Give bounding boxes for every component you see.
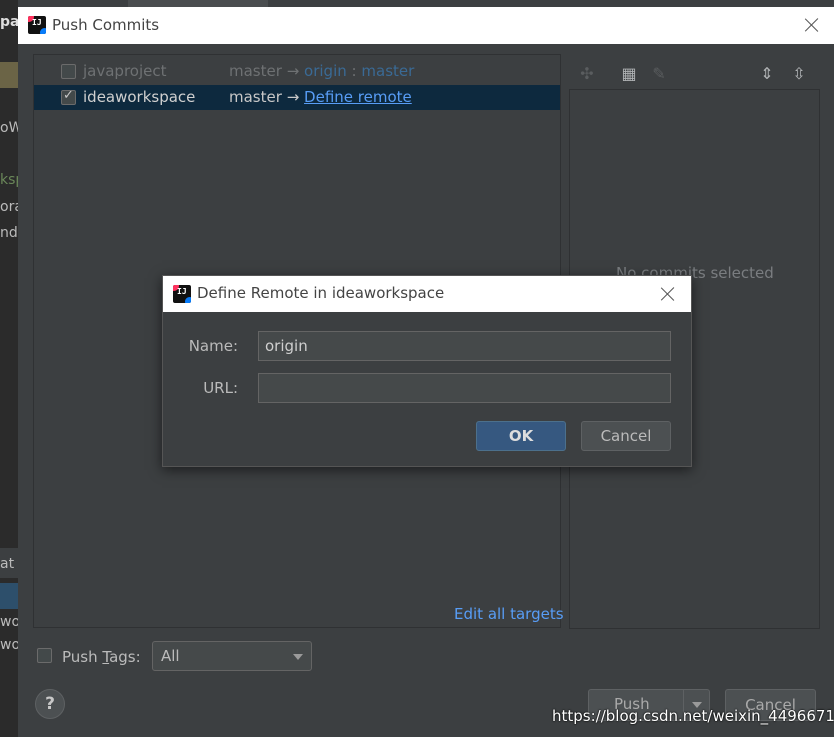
ide-fragment: nd bbox=[0, 225, 18, 241]
local-branch: master bbox=[229, 88, 282, 106]
repo-checkbox[interactable] bbox=[61, 88, 76, 105]
remote-name[interactable]: origin bbox=[304, 62, 347, 80]
collapse-all-icon[interactable]: ⇳ bbox=[790, 65, 808, 83]
define-remote-dialog: IJ Define Remote in ideaworkspace Name: … bbox=[162, 275, 692, 467]
ide-fragment: ora bbox=[0, 199, 18, 215]
push-dialog-title: Push Commits bbox=[52, 16, 160, 34]
pin-icon[interactable]: ✣ bbox=[578, 65, 596, 83]
repo-checkbox[interactable] bbox=[61, 64, 76, 79]
arrow-icon: → bbox=[286, 62, 300, 80]
tags-selected-value: All bbox=[161, 647, 180, 665]
push-tags-label: Push Tags: bbox=[62, 648, 141, 666]
push-dialog-titlebar: IJ Push Commits bbox=[18, 7, 834, 44]
close-icon[interactable] bbox=[658, 284, 678, 304]
ide-fragment: at bbox=[0, 556, 15, 572]
ide-selection bbox=[0, 583, 18, 609]
ide-fragment: oW bbox=[0, 120, 18, 136]
define-remote-title: Define Remote in ideaworkspace bbox=[197, 284, 445, 302]
define-remote-link[interactable]: Define remote bbox=[304, 88, 412, 106]
remote-name-input[interactable] bbox=[258, 331, 671, 361]
url-label: URL: bbox=[203, 379, 238, 397]
local-branch: master bbox=[229, 62, 282, 80]
repo-name: javaproject bbox=[83, 62, 167, 80]
expand-all-icon[interactable]: ⇕ bbox=[758, 65, 776, 83]
remote-url-input[interactable] bbox=[258, 373, 671, 403]
group-by-icon[interactable]: ▦ bbox=[620, 65, 638, 83]
repo-row-ideaworkspace[interactable]: ideaworkspace master → Define remote bbox=[34, 85, 560, 110]
edit-icon[interactable]: ✎ bbox=[650, 65, 668, 83]
define-remote-titlebar: IJ Define Remote in ideaworkspace bbox=[163, 276, 691, 312]
intellij-logo-icon: IJ bbox=[173, 285, 191, 303]
commit-details-toolbar: ✣ ▦ ✎ ⇕ ⇳ bbox=[578, 61, 818, 89]
repo-name: ideaworkspace bbox=[83, 88, 196, 106]
edit-all-targets-link[interactable]: Edit all targets bbox=[454, 605, 564, 623]
close-icon[interactable] bbox=[802, 15, 822, 35]
ide-fragment: wo bbox=[0, 637, 18, 653]
help-button[interactable]: ? bbox=[35, 689, 65, 719]
remote-separator: : bbox=[351, 62, 357, 80]
arrow-icon: → bbox=[286, 88, 300, 106]
intellij-logo-icon: IJ bbox=[28, 16, 46, 34]
repo-row-javaproject[interactable]: javaproject master → origin : master bbox=[34, 59, 560, 84]
push-tags-checkbox[interactable] bbox=[37, 648, 52, 663]
remote-branch[interactable]: master bbox=[361, 62, 414, 80]
watermark-text: https://blog.csdn.net/weixin_44966712 bbox=[552, 707, 834, 725]
background-tab bbox=[128, 0, 268, 7]
chevron-down-icon bbox=[293, 654, 303, 660]
ok-button[interactable]: OK bbox=[476, 421, 566, 451]
ide-fragment: pac bbox=[0, 14, 18, 30]
background-ide-window: pac oW ksp ora nd at wo wo bbox=[0, 0, 18, 737]
name-label: Name: bbox=[188, 337, 238, 355]
ide-fragment: wo bbox=[0, 614, 18, 630]
push-tags-dropdown[interactable]: All bbox=[152, 641, 312, 671]
cancel-button[interactable]: Cancel bbox=[581, 421, 671, 451]
ide-fragment: ksp bbox=[0, 172, 18, 188]
ide-highlight bbox=[0, 62, 18, 88]
